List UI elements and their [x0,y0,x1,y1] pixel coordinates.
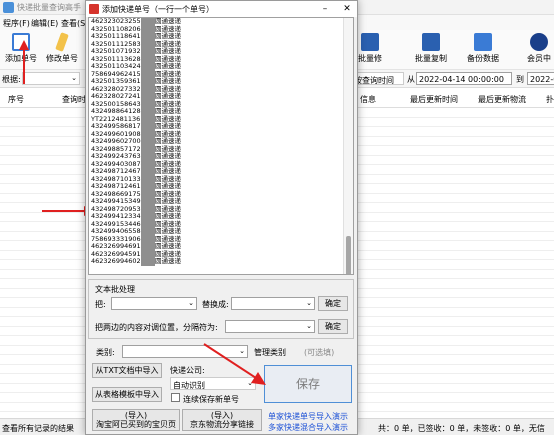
save-button[interactable]: 保存 [264,365,352,403]
courier-name: 圆通速递 [155,257,181,265]
dialog-title: 添加快递单号（一行一个单号） [102,5,214,14]
column-last-update-time[interactable]: 最后更新时间 [410,94,458,105]
replace-label: 把: [95,300,106,309]
column-info[interactable]: 信息 [360,94,376,105]
chevron-down-icon: ⌄ [188,299,194,307]
replace-to-select[interactable]: ⌄ [231,297,315,310]
root-label: 根据: [2,75,21,84]
column-index[interactable]: 序号 [8,94,24,105]
add-number-label: 添加单号 [5,54,37,63]
batch-copy-button[interactable]: 批量复制 [411,33,451,69]
save-icon [474,33,492,51]
tracking-lines: 4623230232558 圆通速递 4325011082069 圆通速递 432501… [89,18,353,266]
status-right: 共：0 单，已签收：0 单，未签收：0 单，无信 [378,424,545,433]
member-center-label: 会员中 [527,54,551,63]
import-taobao-tag: (导入) [124,411,148,420]
add-numbers-dialog: 添加快递单号（一行一个单号） – ✕ 4623230232558 圆通速递 4325… [85,0,358,435]
category-label: 类别: [96,348,115,357]
courier-company-select[interactable]: 自动识别 ⌄ [170,377,256,390]
app-icon [3,2,14,13]
background-title: 快递批量查询高手 [17,3,81,12]
replace-from-select[interactable]: ⌄ [111,297,197,310]
backup-data-button[interactable]: 备份数据 [463,33,503,69]
text-batch-group: 文本批处理 把: ⌄ 替换成: ⌄ 确定 把两边的内容对调位置，分隔符为: ⌄ … [88,279,354,339]
from-date-field[interactable]: 2022-04-14 00:00:00 [416,72,512,85]
tracking-numbers-textarea[interactable]: 4623230232558 圆通速递 4325011082069 圆通速递 432501… [88,17,354,275]
backup-data-label: 备份数据 [467,54,499,63]
import-template-button[interactable]: 从表格模板中导入 [92,387,162,402]
import-jd-tag: (导入) [210,411,234,420]
chevron-down-icon: ⌄ [306,299,312,307]
import-txt-button[interactable]: 从TXT文档中导入 [92,363,162,378]
edit-number-label: 修改单号 [46,54,78,63]
dialog-app-icon [89,4,99,14]
column-last-update-logistics[interactable]: 最后更新物流 [478,94,526,105]
single-courier-demo-link[interactable]: 单家快递单号导入演示 [268,411,348,422]
menu-program[interactable]: 程序(F) [3,18,30,29]
text-batch-title: 文本批处理 [95,285,135,294]
add-number-button[interactable]: 添加单号 [4,33,38,69]
date-mode-value: 按查询时间 [354,76,394,85]
dialog-title-bar: 添加快递单号（一行一个单号） – ✕ [86,1,357,17]
import-taobao-button[interactable]: (导入) 淘宝阿已买到的宝贝页 [92,409,180,431]
import-taobao-label: 淘宝阿已买到的宝贝页 [96,420,176,429]
date-mode-select[interactable]: 按查询时间 [352,72,404,85]
document-icon [12,33,30,51]
optional-hint: (可选填) [304,348,335,357]
courier-company-label: 快递公司: [170,366,205,375]
multi-courier-demo-link[interactable]: 多家快递混合导入演示 [268,422,348,433]
member-center-button[interactable]: 会员中 [524,33,554,69]
category-select[interactable]: ⌄ [122,345,248,358]
swap-content-label: 把两边的内容对调位置，分隔符为: [95,323,218,332]
replace-with-label: 替换成: [202,300,229,309]
status-left: 查看所有记录的结果 [2,424,74,433]
to-date-value: 2022-0 [530,75,554,84]
chevron-down-icon: ⌄ [71,74,77,82]
batch-edit-button[interactable]: 批量修 [356,33,384,69]
to-label: 到 [516,75,524,84]
import-jd-button[interactable]: (导入) 京东物流分享链接 [182,409,262,431]
redaction-block [141,258,155,266]
replace-confirm-button[interactable]: 确定 [318,296,348,311]
manage-category-link[interactable]: 管理类别 [254,347,286,358]
scrollbar-thumb[interactable] [346,236,351,274]
keep-saving-label: 连续保存新单号 [183,395,239,404]
globe-icon [530,33,548,51]
to-date-field[interactable]: 2022-0 [527,72,554,85]
batch-edit-label: 批量修 [358,54,382,63]
batch-copy-label: 批量复制 [415,54,447,63]
import-jd-label: 京东物流分享链接 [190,420,254,429]
swap-confirm-button[interactable]: 确定 [318,319,348,334]
minimize-button[interactable]: – [315,2,335,16]
menu-edit[interactable]: 编辑(E) [31,18,58,29]
from-date-value: 2022-04-14 00:00:00 [419,75,504,84]
from-label: 从 [407,75,415,84]
close-button[interactable]: ✕ [337,2,357,16]
root-select[interactable]: ⌄ [22,72,80,85]
courier-company-value: 自动识别 [173,381,205,390]
separator-select[interactable]: ⌄ [225,320,315,333]
pencil-icon [55,32,69,52]
vertical-scrollbar[interactable] [343,18,353,274]
chevron-down-icon: ⌄ [306,322,312,330]
tracking-number: 4623269946020 [91,257,145,265]
column-extra[interactable]: 扑 [546,94,554,105]
redaction-block [141,108,155,116]
keep-saving-checkbox[interactable] [171,393,180,402]
column-query-time[interactable]: 查询时 [62,94,86,105]
chevron-down-icon: ⌄ [239,347,245,355]
copy-icon [422,33,440,51]
edit-number-button[interactable]: 修改单号 [44,32,80,69]
batch-icon [361,33,379,51]
chevron-down-icon: ⌄ [247,379,253,387]
tracking-line: 4623269946020 圆通速递 [89,257,353,266]
